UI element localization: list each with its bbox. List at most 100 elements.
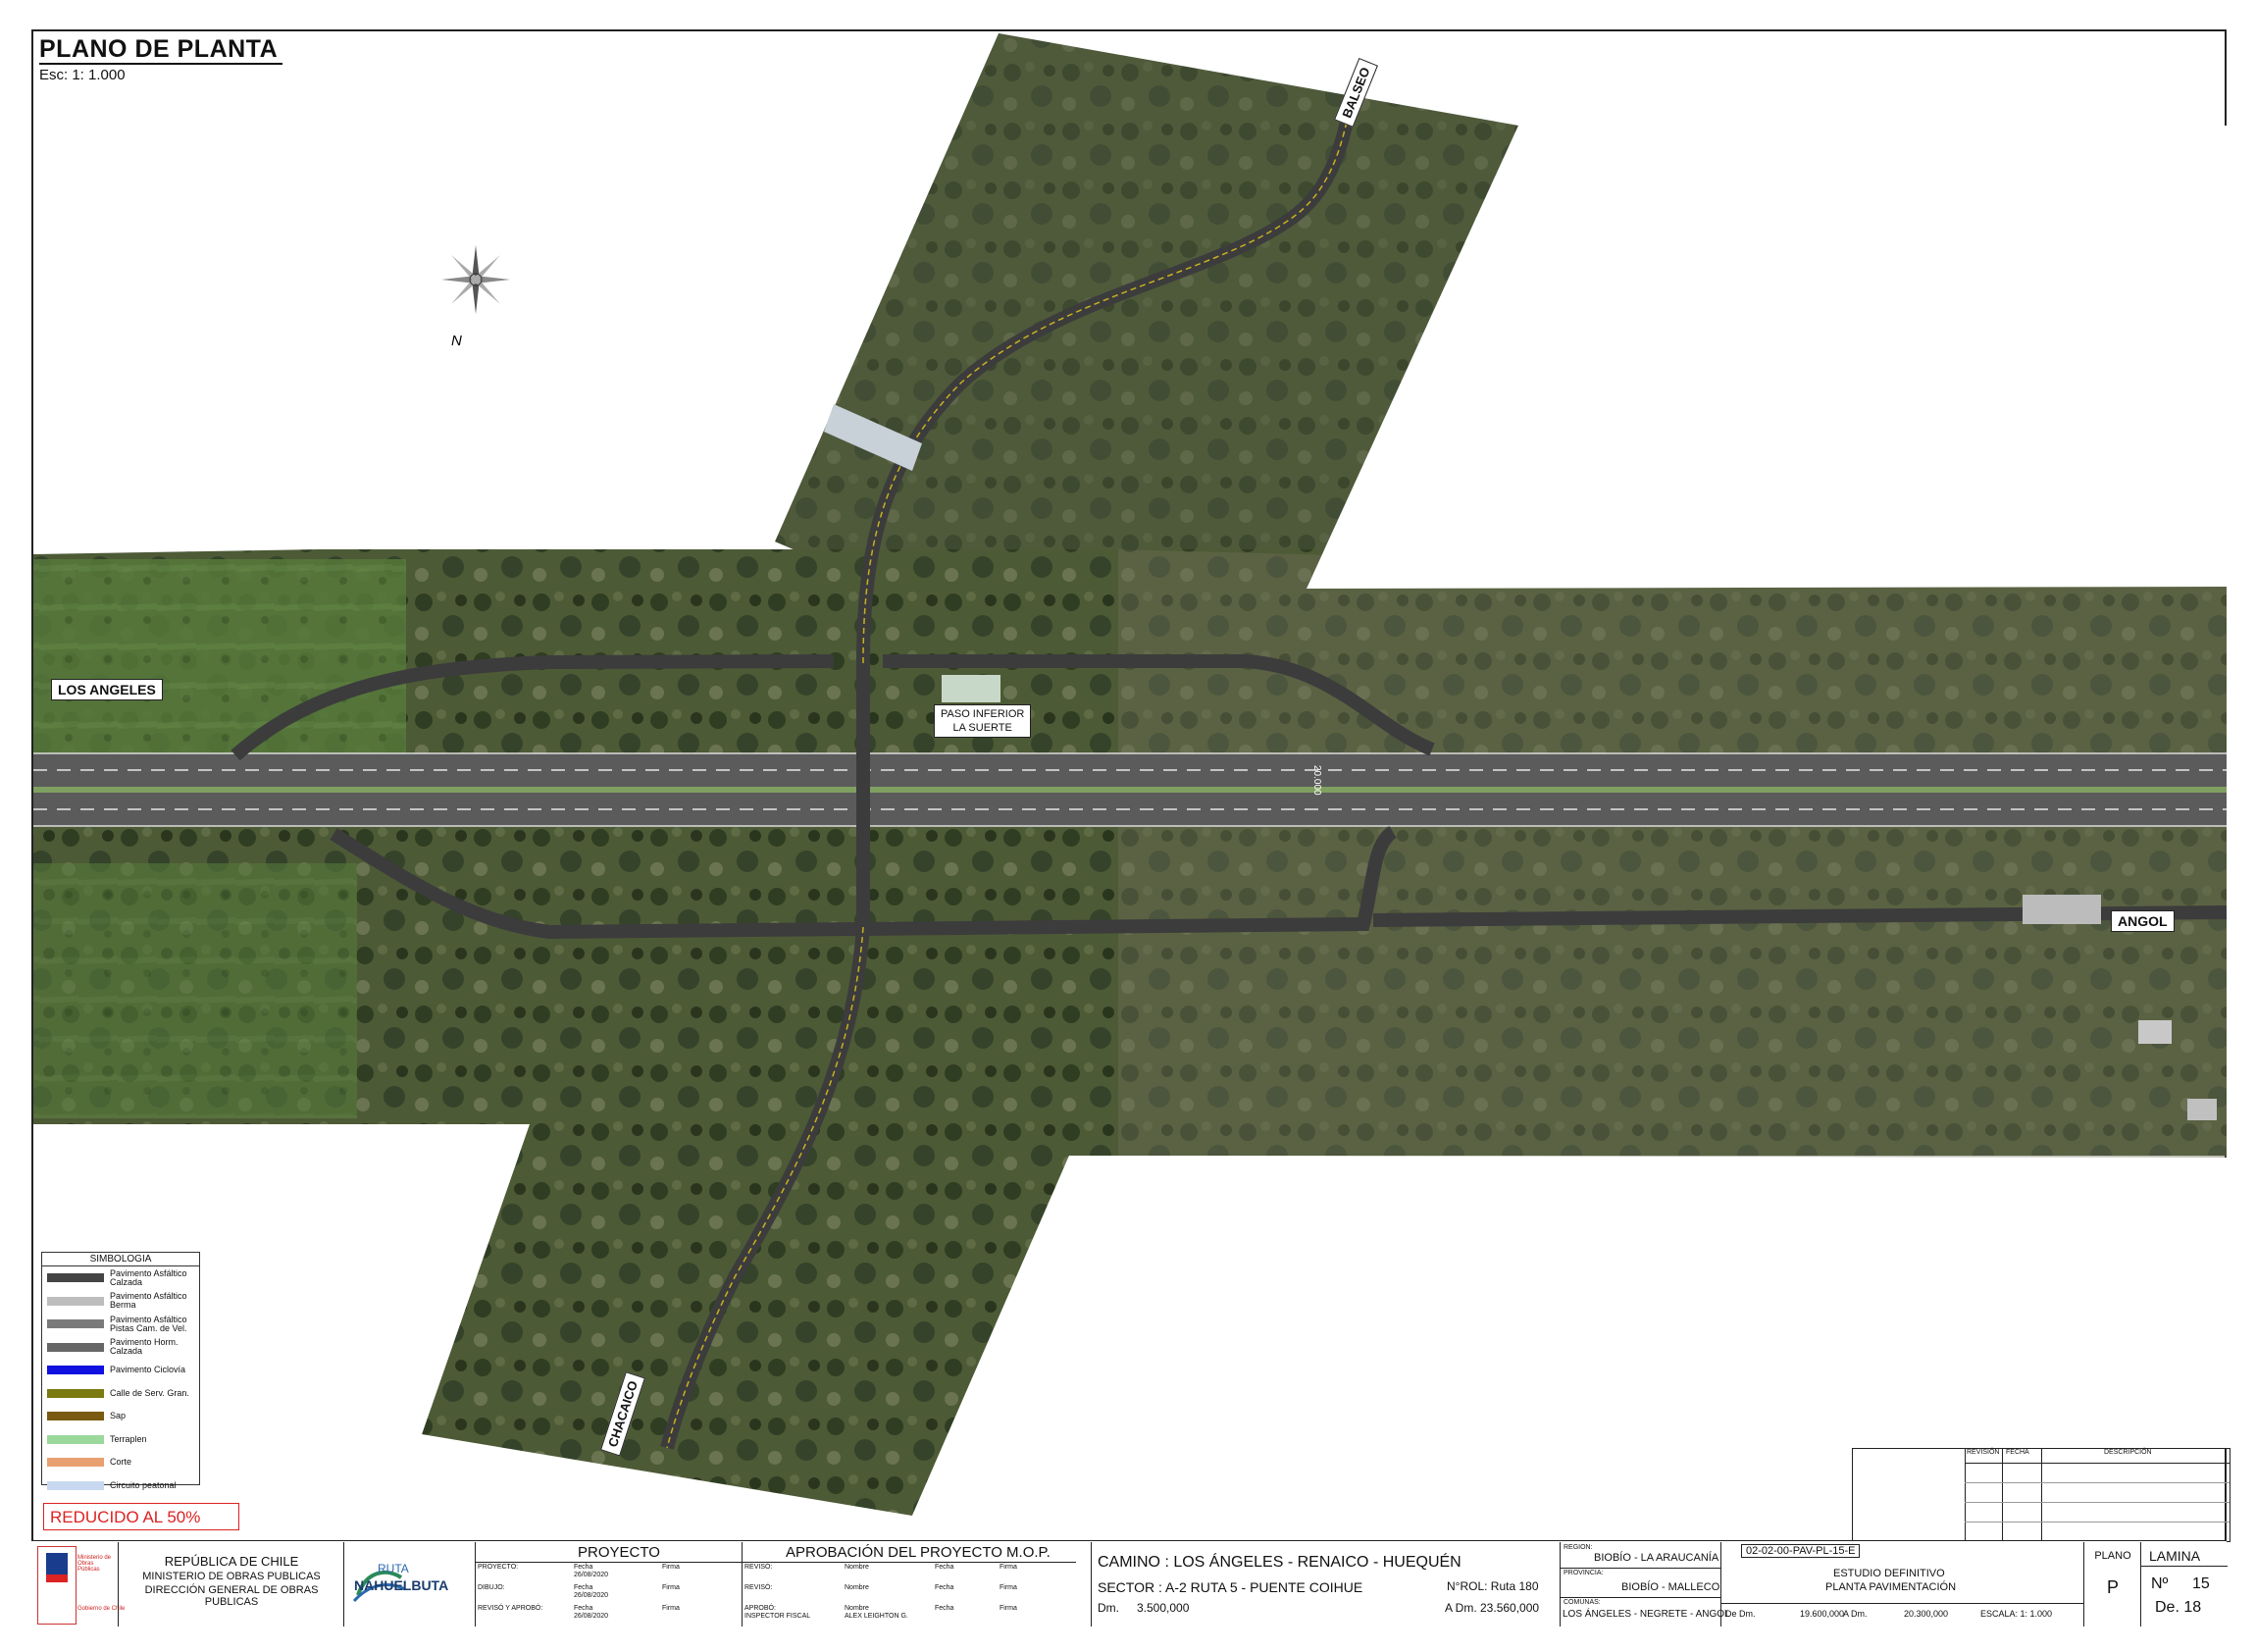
proyecto-fecha-label: Fecha [574,1605,593,1612]
aerial-plan-view [33,33,2228,1516]
proyecto-fecha: 26/08/2020 [574,1592,609,1599]
legend-label: Corte [110,1457,132,1468]
proyecto-block: PROYECTO PROYECTO: Fecha Firma 26/08/2020 DI… [475,1542,743,1626]
region-value: BIOBÍO - LA ARAUCANÍA [1594,1552,1719,1564]
legend-swatch [47,1319,104,1329]
proyecto-firma-label: Firma [662,1584,680,1591]
dm-value: 3.500,000 [1137,1601,1190,1615]
legend-swatch [47,1434,104,1444]
legend-swatch [47,1273,104,1283]
estudio-line: ESTUDIO DEFINITIVO [1833,1568,1945,1579]
aprobacion-fecha-label: Fecha [935,1605,954,1612]
legend-swatch [47,1342,104,1352]
rev-col-fecha: FECHA [2006,1449,2029,1456]
ministry-line-1: REPÚBLICA DE CHILE [164,1554,299,1569]
reduced-stamp: REDUCIDO AL 50% [43,1503,239,1530]
legend-label: Pavimento Asfáltico Calzada [110,1267,187,1287]
provincia-label: PROVINCIA: [1564,1570,1604,1576]
lamina-block: LAMINA Nº 15 De. 18 [2140,1542,2228,1626]
aprobacion-role: REVISÓ: [744,1584,773,1591]
aprobacion-role: APROBÓ: [744,1605,776,1612]
a-dm-value: A Dm. 23.560,000 [1445,1601,1540,1615]
title-underline [39,63,282,65]
legend-item: Calle de Serv. Gran. [42,1382,199,1406]
ministry-block: REPÚBLICA DE CHILE MINISTERIO DE OBRAS P… [118,1542,344,1626]
aprobacion-nombre-label: Nombre [845,1584,869,1591]
plano-value: P [2106,1577,2119,1597]
legend-swatch [47,1480,104,1490]
proyecto-fecha-label: Fecha [574,1564,593,1571]
proyecto-firma-label: Firma [662,1605,680,1612]
aprobacion-block: APROBACIÓN DEL PROYECTO M.O.P. REVISÓ: No… [742,1542,1076,1626]
ruta-nahuelbuta-logo: RUTA NAHUELBUTA [343,1542,476,1626]
legend-label: Pavimento Asfáltico Berma [110,1291,187,1311]
logo-text: Ministerio de Obras Públicas [77,1555,112,1573]
provincia-value: BIOBÍO - MALLECO [1621,1581,1720,1593]
escala-value: ESCALA: 1: 1.000 [1980,1609,2053,1619]
legend-item: Corte [42,1451,199,1474]
ministry-line-3: DIRECCIÓN GENERAL DE OBRAS PUBLICAS [144,1584,319,1608]
legend-item: Circuito peatonal [42,1474,199,1498]
camino-block: CAMINO : LOS ÁNGELES - RENAICO - HUEQUÉN… [1091,1542,1561,1626]
proyecto-fecha: 26/08/2020 [574,1572,609,1578]
proyecto-role: DIBUJO: [478,1584,505,1591]
paso-inferior-line2: LA SUERTE [952,722,1012,734]
region-block: REGION: BIOBÍO - LA ARAUCANÍA PROVINCIA:… [1560,1542,1730,1626]
ruta-logo-text: RUTA [378,1562,409,1575]
scale-label: Esc: 1: 1.000 [39,67,126,83]
legend-label: Pavimento Ciclovía [110,1365,186,1375]
camino-name: CAMINO : LOS ÁNGELES - RENAICO - HUEQUÉN [1098,1554,1461,1571]
aprobacion-nombre-label: Nombre [845,1564,869,1571]
page-title: PLANO DE PLANTA [39,35,279,63]
sign-angol: ANGOL [2111,910,2175,932]
sign-los-angeles: LOS ANGELES [51,679,163,700]
km-marker: 20.000 [1311,765,1322,796]
proyecto-firma-label: Firma [662,1564,680,1571]
legend-title: SIMBOLOGIA [42,1253,199,1266]
dm-label: Dm. [1098,1601,1119,1615]
nahuelbuta-logo-text: NAHUELBUTA [354,1577,449,1593]
legend-item: Pavimento Asfáltico Calzada [42,1266,199,1290]
aprobacion-firma-label: Firma [1000,1564,1017,1571]
lamina-no-label: Nº [2151,1575,2169,1592]
proyecto-fecha: 26/08/2020 [574,1613,609,1620]
north-arrow-icon: N [441,245,510,349]
legend: SIMBOLOGIA Pavimento Asfáltico Calzada Pa… [41,1252,200,1490]
legend-item: Pavimento Horm. Calzada [42,1336,199,1360]
north-label: N [451,333,462,349]
sign-paso-inferior: PASO INFERIOR LA SUERTE [934,704,1032,738]
lamina-label: LAMINA [2149,1548,2201,1564]
de-dm-value: 19.600,000 [1800,1609,1845,1619]
legend-swatch [47,1388,104,1398]
aprobacion-title: APROBACIÓN DEL PROYECTO M.O.P. [786,1544,1051,1561]
legend-label: Sap [110,1411,127,1421]
a-dm2-label: A Dm. [1843,1609,1868,1619]
planta-line: PLANTA PAVIMENTACIÓN [1825,1581,1957,1593]
legend-label: Terraplen [110,1433,147,1444]
legend-swatch [47,1458,104,1468]
proyecto-title: PROYECTO [578,1544,660,1561]
de-dm-label: De Dm. [1725,1609,1756,1619]
a-dm2-value: 20.300,000 [1904,1609,1949,1619]
legend-item: Pavimento Asfáltico Pistas Cam. de Vel. [42,1313,199,1336]
mop-logo: Ministerio de Obras Públicas Gobierno de… [37,1546,125,1625]
legend-label: Calle de Serv. Gran. [110,1387,189,1398]
legend-label: Pavimento Asfáltico Pistas Cam. de Vel. [110,1314,187,1333]
aprobacion-role: REVISÓ: [744,1564,773,1571]
revision-table: REVISIÓN FECHA DESCRIPCIÓN [1852,1448,2230,1542]
ministry-line-2: MINISTERIO DE OBRAS PUBLICAS [142,1571,321,1582]
paso-inferior-line1: PASO INFERIOR [941,708,1025,720]
aprobacion-firma-label: Firma [1000,1584,1017,1591]
lamina-de-value: De. 18 [2155,1599,2202,1616]
comunas-value: LOS ÁNGELES - NEGRETE - ANGOL [1563,1609,1730,1620]
aprobacion-nombre: ALEX LEIGHTON G. [845,1613,908,1620]
aprobacion-firma-label: Firma [1000,1605,1017,1612]
legend-item: Terraplen [42,1428,199,1452]
sector-name: SECTOR : A-2 RUTA 5 - PUENTE COIHUE [1098,1579,1363,1595]
aprobacion-fecha-label: Fecha [935,1564,954,1571]
proyecto-role: REVISÓ Y APROBÓ: [478,1605,543,1612]
legend-swatch [47,1296,104,1306]
legend-label: Circuito peatonal [110,1479,177,1490]
aprobacion-role-2: INSPECTOR FISCAL [744,1613,811,1620]
aprobacion-nombre-label: Nombre [845,1605,869,1612]
